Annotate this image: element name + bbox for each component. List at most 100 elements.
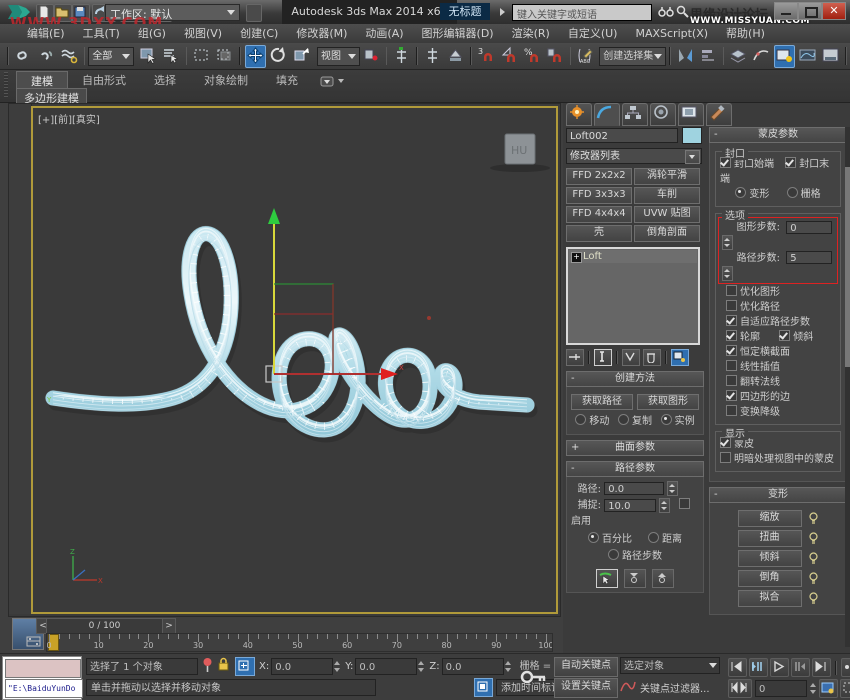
- configure-sets-icon[interactable]: [671, 349, 689, 366]
- menu-item-tools[interactable]: 工具(T): [74, 24, 129, 43]
- maxscript-listener-swatch[interactable]: [5, 659, 81, 678]
- deform-teeter-button[interactable]: 倾斜: [737, 550, 802, 567]
- timeline-ruler[interactable]: 0 10 20 30 40 50 60 70 80 90 100: [46, 633, 553, 652]
- lightbulb-icon[interactable]: [808, 532, 819, 545]
- curve-editor-icon[interactable]: [751, 45, 772, 68]
- radio-copy[interactable]: 复制: [617, 414, 652, 430]
- radio-move[interactable]: 移动: [575, 414, 609, 430]
- flip-normals-checkbox[interactable]: [726, 375, 737, 386]
- grid-radio[interactable]: [786, 187, 798, 198]
- key-step-icon[interactable]: [728, 679, 752, 698]
- pick-shape-icon[interactable]: [596, 569, 618, 588]
- help-search-icon[interactable]: [676, 5, 690, 22]
- align-normals-icon[interactable]: [422, 45, 443, 68]
- path-value-field[interactable]: 0.0: [604, 482, 665, 495]
- radio-percentage[interactable]: 百分比: [588, 532, 632, 548]
- modifier-list-dropdown[interactable]: 修改器列表: [566, 148, 702, 164]
- path-steps-field[interactable]: 5: [786, 251, 833, 264]
- deform-bevel-button[interactable]: 倒角: [737, 570, 802, 587]
- adaptive-path-steps-checkbox[interactable]: [726, 315, 737, 326]
- current-frame-spinner[interactable]: [809, 680, 818, 697]
- lightbulb-icon[interactable]: [808, 512, 819, 525]
- reference-coordinate-dropdown[interactable]: 视图: [316, 46, 360, 66]
- radio-path-steps[interactable]: 路径步数: [608, 549, 662, 565]
- maximize-button[interactable]: [798, 2, 822, 20]
- layer-manager-icon[interactable]: [728, 45, 749, 68]
- workspace-menu-button[interactable]: [246, 4, 262, 22]
- transform-degrade-checkbox[interactable]: [726, 405, 737, 416]
- search-input[interactable]: 键入关键字或短语: [512, 4, 652, 21]
- viewport-front-realistic[interactable]: [+][前][真实] HU Y X Z X: [31, 106, 558, 614]
- play-animation-icon[interactable]: [770, 658, 789, 677]
- snap-spinner[interactable]: [659, 497, 671, 513]
- cap-start-checkbox[interactable]: [720, 157, 731, 168]
- ribbon-tab-selection[interactable]: 选择: [140, 71, 190, 91]
- shape-steps-field[interactable]: 0: [786, 220, 833, 234]
- time-config-button-icon[interactable]: [819, 679, 838, 698]
- key-toggle-icon[interactable]: [518, 657, 548, 697]
- select-and-move-icon[interactable]: [244, 44, 266, 68]
- menu-item-views[interactable]: 视图(V): [175, 24, 231, 43]
- menu-item-customize[interactable]: 自定义(U): [559, 24, 627, 43]
- zoom-region-icon[interactable]: [840, 679, 850, 698]
- ribbon-tab-populate[interactable]: 填充: [262, 71, 312, 91]
- select-and-scale-icon[interactable]: [291, 45, 312, 68]
- prev-shape-icon[interactable]: [624, 569, 646, 588]
- linear-interpolation-checkbox[interactable]: [726, 360, 737, 371]
- percent-snap-icon[interactable]: %: [522, 45, 543, 68]
- radio-distance[interactable]: 距离: [648, 532, 682, 548]
- get-shape-button[interactable]: 获取图形: [637, 394, 699, 410]
- create-tab[interactable]: [566, 103, 592, 126]
- menu-item-create[interactable]: 创建(C): [231, 24, 287, 43]
- key-filters-button[interactable]: 关键点过滤器...: [640, 680, 710, 695]
- modifier-button-uvwmap[interactable]: UVW 贴图: [634, 206, 700, 223]
- deform-fit-button[interactable]: 拟合: [737, 590, 802, 607]
- optimize-path-checkbox[interactable]: [726, 300, 737, 311]
- modifier-stack[interactable]: + Loft: [566, 247, 700, 345]
- render-setup-icon[interactable]: [797, 45, 818, 68]
- snap-enable-checkbox[interactable]: [678, 498, 690, 509]
- love-loft-model[interactable]: Y X: [33, 108, 558, 614]
- next-frame-icon[interactable]: [791, 658, 810, 677]
- use-pivot-center-icon[interactable]: [361, 45, 382, 68]
- skin-checkbox[interactable]: [720, 437, 731, 448]
- menu-item-group[interactable]: 组(G): [129, 24, 175, 43]
- go-to-end-icon[interactable]: [812, 658, 831, 677]
- snap-value-field[interactable]: 10.0: [604, 498, 657, 512]
- status-mini-listener[interactable]: "E:\BaiduYunDo: [2, 656, 83, 700]
- bind-space-warp-icon[interactable]: [59, 45, 80, 68]
- add-time-tag-icon[interactable]: [474, 678, 493, 697]
- object-name-field[interactable]: Loft002: [566, 128, 678, 143]
- selection-lock-icon[interactable]: [217, 657, 235, 676]
- next-shape-icon[interactable]: [652, 569, 674, 588]
- select-object-icon[interactable]: [138, 45, 159, 68]
- key-mode-dropdown[interactable]: 选定对象: [620, 657, 720, 674]
- go-to-start-icon[interactable]: [728, 658, 747, 677]
- auto-key-button[interactable]: 自动关键点: [554, 657, 618, 677]
- absolute-relative-toggle[interactable]: [235, 657, 255, 676]
- selection-filter-dropdown[interactable]: 全部: [88, 46, 134, 66]
- angle-snap-icon[interactable]: [499, 45, 520, 68]
- set-key-button[interactable]: 设置关键点: [554, 678, 618, 698]
- ribbon-tab-object-paint[interactable]: 对象绘制: [190, 71, 262, 91]
- search-binocular-icon[interactable]: [658, 5, 674, 22]
- contour-checkbox[interactable]: [726, 330, 737, 341]
- quick-align-icon[interactable]: [445, 45, 466, 68]
- deform-scale-button[interactable]: 缩放: [737, 510, 802, 527]
- unlink-selection-icon[interactable]: [36, 45, 57, 68]
- next-frame-arrow[interactable]: >: [162, 618, 176, 634]
- ribbon-overflow-button[interactable]: [312, 71, 352, 91]
- modifier-button-bevel-profile[interactable]: 倒角剖面: [634, 225, 700, 242]
- modifier-button-turbosmooth[interactable]: 涡轮平滑: [634, 168, 700, 185]
- menu-item-graph-editors[interactable]: 图形编辑器(D): [413, 24, 503, 43]
- cap-end-checkbox[interactable]: [785, 157, 797, 168]
- selection-lock-pin-icon[interactable]: [201, 657, 217, 676]
- rollout-header-surface-parameters[interactable]: + 曲面参数: [566, 440, 704, 456]
- key-filters-curve-icon[interactable]: [620, 678, 637, 695]
- optimize-shapes-checkbox[interactable]: [726, 285, 737, 296]
- expand-icon[interactable]: +: [571, 252, 582, 263]
- menu-item-help[interactable]: 帮助(H): [717, 24, 774, 43]
- key-mode-toggle-icon[interactable]: [841, 658, 850, 677]
- pin-stack-icon[interactable]: [566, 349, 584, 366]
- rollout-header-skin-parameters[interactable]: - 蒙皮参数: [709, 127, 847, 143]
